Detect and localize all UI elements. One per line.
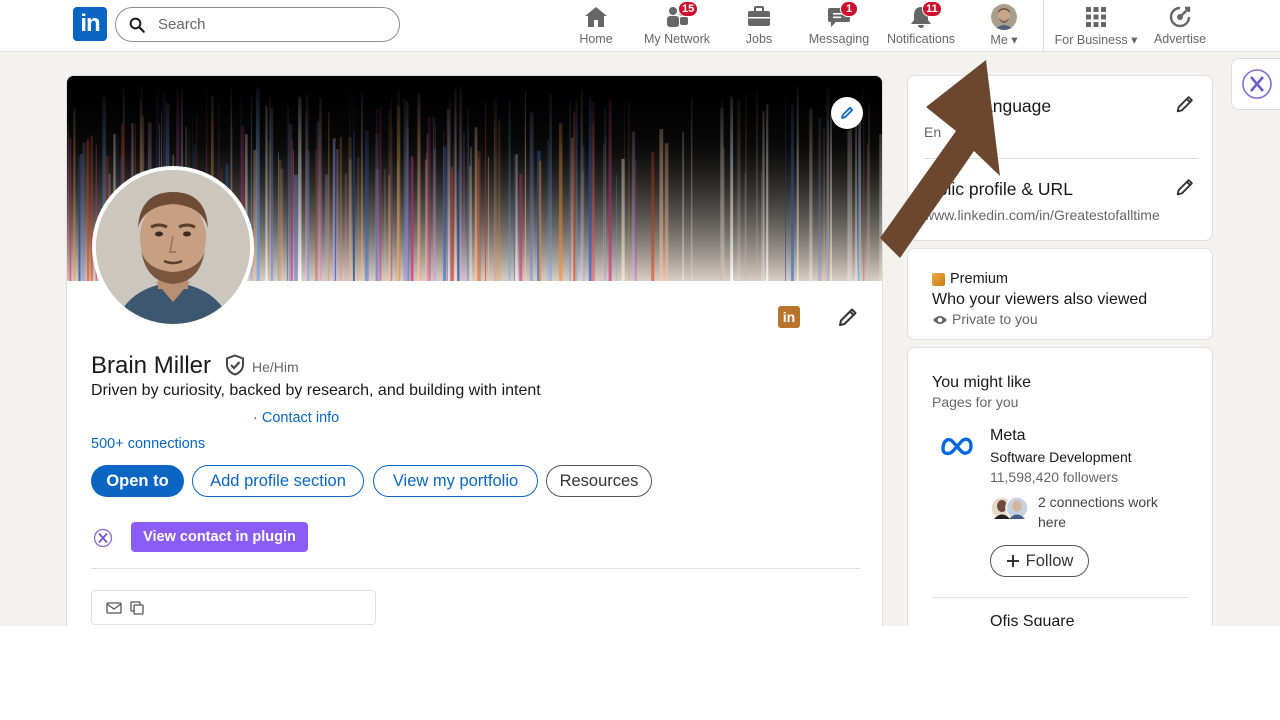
- connections-work-here-line1: 2 connections work: [1038, 494, 1158, 510]
- nav-notifications-label: Notifications: [886, 32, 956, 46]
- divider: [91, 568, 860, 569]
- bell-icon: 11: [908, 1, 942, 30]
- profile-pronouns: He/Him: [252, 359, 299, 375]
- profile-language-title: anguage: [983, 96, 1052, 116]
- nav-home[interactable]: Home: [576, 4, 616, 48]
- search-icon: [129, 17, 145, 33]
- resources-button[interactable]: Resources: [546, 465, 652, 497]
- meta-page-name[interactable]: Meta: [990, 427, 1026, 445]
- follow-button-label: Follow: [1025, 551, 1074, 570]
- messaging-icon: 1: [826, 1, 858, 30]
- edit-language-pencil-icon[interactable]: [1174, 93, 1196, 115]
- nav-divider: [1043, 0, 1044, 52]
- nav-jobs-label: Jobs: [745, 32, 773, 46]
- divider: [923, 158, 1198, 159]
- profile-card: in Brain Miller He/Him Driven by curiosi…: [66, 75, 883, 626]
- nav-advertise[interactable]: Advertise: [1153, 4, 1207, 48]
- notifications-badge: 11: [922, 1, 942, 17]
- public-profile-title: ublic profile & URL: [928, 179, 1073, 199]
- pencil-icon: [841, 106, 854, 119]
- nav-jobs[interactable]: Jobs: [742, 4, 776, 48]
- plugin-logo-icon: [93, 528, 113, 548]
- premium-label: Premium: [950, 271, 1009, 287]
- you-might-like-title: You might like: [932, 374, 1032, 391]
- connection-avatars: [990, 496, 1029, 520]
- add-profile-section-button[interactable]: Add profile section: [192, 465, 364, 497]
- profile-photo[interactable]: [92, 166, 254, 328]
- meta-logo-icon[interactable]: [940, 434, 974, 456]
- plugin-side-widget[interactable]: [1231, 58, 1280, 110]
- network-badge: 15: [678, 1, 699, 17]
- search-box[interactable]: [115, 7, 400, 42]
- private-to-you-text: Private to you: [952, 311, 1038, 327]
- chevron-down-icon: ▾: [1131, 33, 1138, 47]
- viewers-also-viewed-title: Who your viewers also viewed: [932, 291, 1148, 308]
- grid-icon: [1083, 4, 1109, 30]
- profile-name: Brain Miller: [91, 352, 212, 379]
- verified-shield-icon[interactable]: [224, 354, 246, 376]
- me-avatar: [991, 4, 1017, 30]
- premium-icon: [932, 273, 945, 286]
- nav-for-business[interactable]: For Business ▾: [1055, 4, 1137, 48]
- view-contact-in-plugin-button[interactable]: View contact in plugin: [131, 522, 308, 552]
- edit-url-pencil-icon[interactable]: [1174, 176, 1196, 198]
- eye-icon: [933, 316, 947, 324]
- mail-icon[interactable]: [106, 601, 122, 615]
- nav-my-network-label: My Network: [644, 32, 710, 46]
- nav-me[interactable]: Me ▾: [982, 4, 1026, 48]
- top-nav: in Home 15 My Network Jobs: [0, 0, 1280, 52]
- plus-icon: [1006, 555, 1019, 567]
- network-icon: 15: [664, 1, 699, 30]
- nav-notifications[interactable]: 11 Notifications: [885, 1, 957, 48]
- nav-for-business-label: For Business: [1054, 33, 1128, 47]
- search-input[interactable]: [158, 16, 378, 33]
- nav-messaging[interactable]: 1 Messaging: [808, 1, 870, 48]
- messaging-badge: 1: [840, 1, 858, 17]
- nav-messaging-label: Messaging: [808, 32, 870, 46]
- you-might-like-card: You might like Pages for you Meta Softwa…: [907, 347, 1213, 626]
- edit-profile-pencil-icon[interactable]: [836, 305, 860, 329]
- public-profile-url[interactable]: www.linkedin.com/in/Greatestofalltime: [924, 207, 1160, 223]
- home-icon: [583, 4, 609, 30]
- connections-link[interactable]: 500+ connections: [91, 436, 205, 452]
- divider: [932, 597, 1189, 598]
- nav-my-network[interactable]: 15 My Network: [642, 1, 712, 48]
- connections-work-here-line2: here: [1038, 514, 1067, 530]
- profile-language-value: En: [924, 124, 942, 140]
- plugin-logo-icon: [1242, 69, 1272, 99]
- meta-followers-count: 11,598,420 followers: [990, 469, 1119, 485]
- advertise-icon: [1167, 4, 1193, 30]
- follow-button[interactable]: Follow: [990, 545, 1089, 577]
- pages-for-you-subtitle: Pages for you: [932, 394, 1019, 410]
- plugin-contact-box: [91, 590, 376, 625]
- open-to-button[interactable]: Open to: [91, 465, 184, 497]
- browser-viewport: in Home 15 My Network Jobs: [0, 0, 1280, 626]
- profile-headline: Driven by curiosity, backed by research,…: [91, 382, 541, 399]
- contact-info-link[interactable]: · Contact info: [253, 410, 339, 426]
- view-portfolio-button[interactable]: View my portfolio: [373, 465, 538, 497]
- chevron-down-icon: ▾: [1011, 33, 1018, 47]
- copy-icon[interactable]: [130, 600, 144, 615]
- meta-page-category: Software Development: [990, 449, 1132, 465]
- linkedin-badge-icon[interactable]: in: [778, 306, 800, 328]
- nav-me-label: Me: [990, 33, 1008, 47]
- linkedin-logo[interactable]: in: [73, 7, 107, 41]
- nav-home-label: Home: [579, 32, 613, 46]
- edit-banner-button[interactable]: [831, 97, 863, 129]
- briefcase-icon: [746, 4, 772, 30]
- nav-advertise-label: Advertise: [1153, 32, 1207, 46]
- profile-settings-card: anguage En ublic profile & URL www.linke…: [907, 75, 1213, 241]
- next-page-name[interactable]: Ofis Square: [990, 613, 1074, 626]
- premium-viewers-card[interactable]: Premium Who your viewers also viewed Pri…: [907, 248, 1213, 340]
